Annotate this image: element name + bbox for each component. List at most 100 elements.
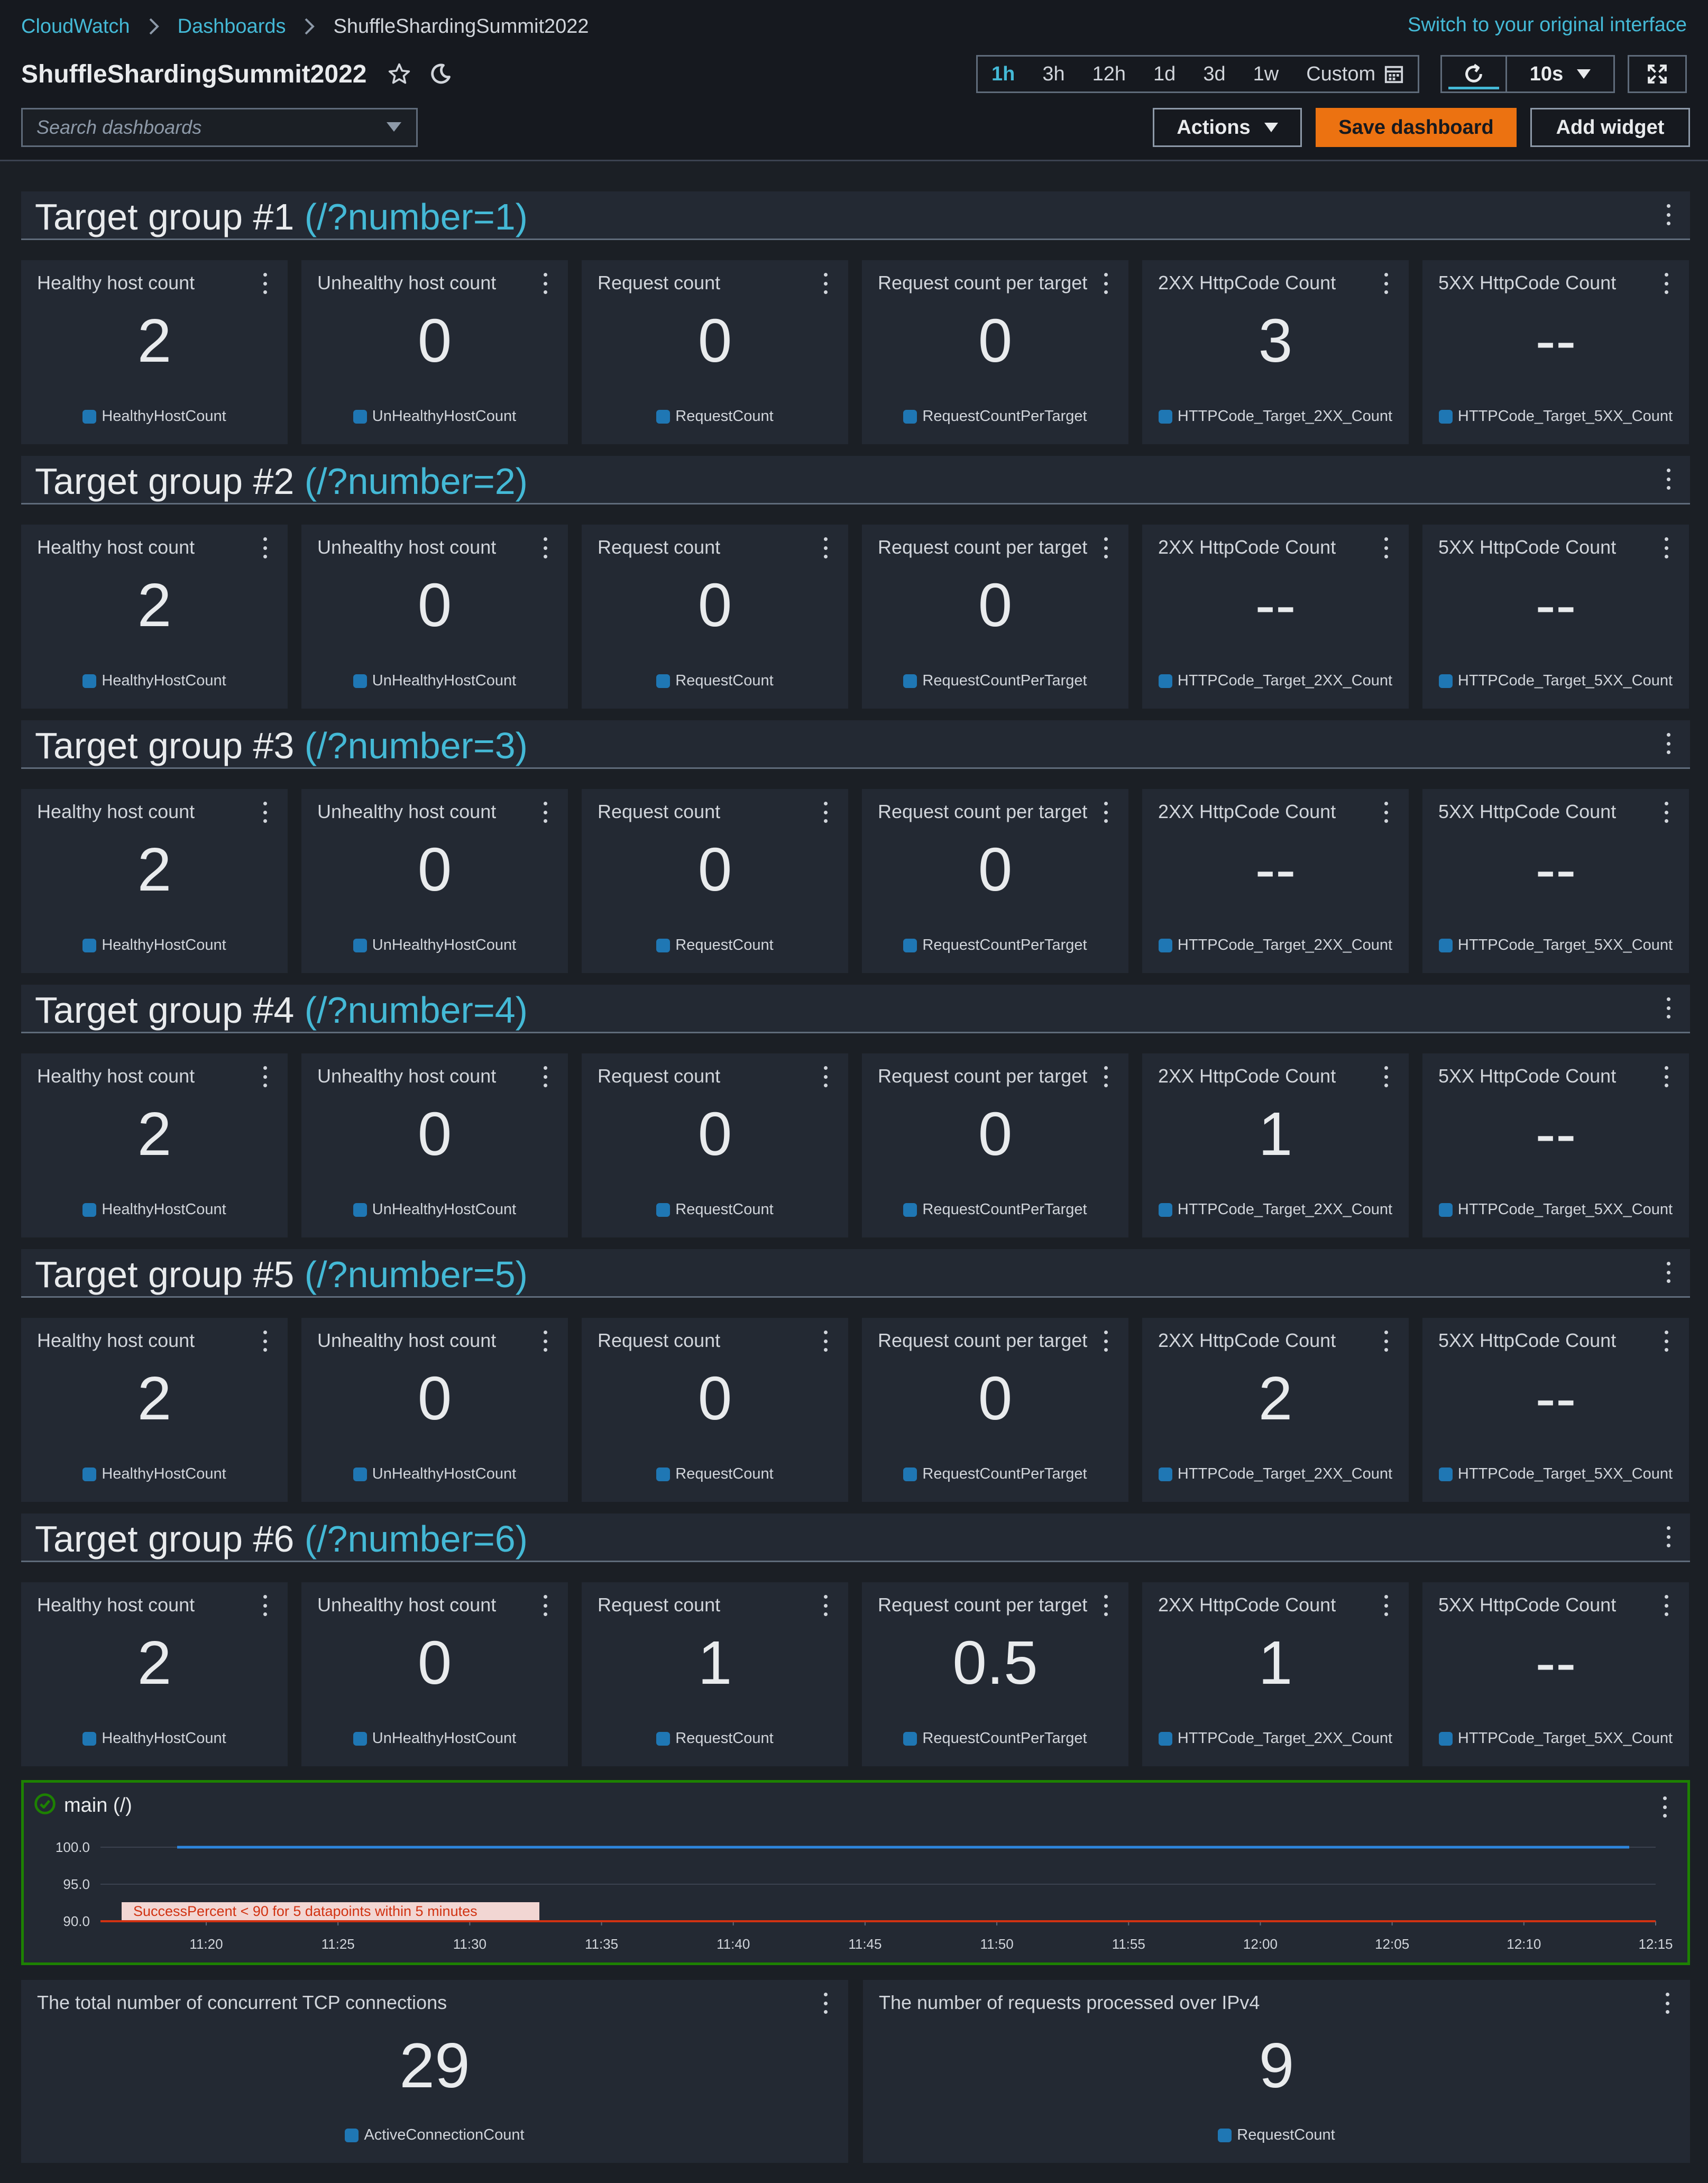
widget-menu-icon[interactable] <box>1659 1993 1675 2014</box>
widget-menu-icon[interactable] <box>818 802 833 823</box>
widget-menu-icon[interactable] <box>257 1066 273 1087</box>
widget-menu-icon[interactable] <box>1098 1595 1114 1616</box>
time-range-12h[interactable]: 12h <box>1079 57 1140 91</box>
widget-menu-icon[interactable] <box>537 802 553 823</box>
group-path-link[interactable]: (/?number=3) <box>305 725 528 766</box>
widget-menu-icon[interactable] <box>1658 1331 1674 1352</box>
switch-interface-link[interactable]: Switch to your original interface <box>1408 14 1687 36</box>
metric-widget[interactable]: Request count 0 RequestCount <box>582 789 848 973</box>
widget-menu-icon[interactable] <box>1098 273 1114 294</box>
widget-menu-icon[interactable] <box>818 1595 833 1616</box>
breadcrumb-cloudwatch[interactable]: CloudWatch <box>21 15 130 38</box>
group-menu-icon[interactable] <box>1660 997 1676 1019</box>
widget-menu-icon[interactable] <box>818 1331 833 1352</box>
metric-widget[interactable]: Healthy host count 2 HealthyHostCount <box>21 1318 288 1502</box>
refresh-interval-dropdown[interactable]: 10s <box>1507 57 1613 91</box>
widget-menu-icon[interactable] <box>818 537 833 558</box>
metric-widget[interactable]: 5XX HttpCode Count -- HTTPCode_Target_5XX_… <box>1422 1053 1689 1237</box>
group-menu-icon[interactable] <box>1660 1526 1676 1547</box>
group-menu-icon[interactable] <box>1660 469 1676 490</box>
metric-widget[interactable]: 2XX HttpCode Count -- HTTPCode_Target_2XX_… <box>1142 789 1409 973</box>
group-menu-icon[interactable] <box>1660 733 1676 754</box>
group-menu-icon[interactable] <box>1660 1262 1676 1283</box>
group-path-link[interactable]: (/?number=6) <box>305 1518 528 1560</box>
widget-menu-icon[interactable] <box>257 1331 273 1352</box>
metric-widget[interactable]: Request count 0 RequestCount <box>582 1053 848 1237</box>
time-range-custom[interactable]: Custom <box>1292 57 1418 91</box>
breadcrumb-dashboards[interactable]: Dashboards <box>178 15 286 38</box>
widget-menu-icon[interactable] <box>537 1066 553 1087</box>
metric-widget[interactable]: 5XX HttpCode Count -- HTTPCode_Target_5XX_… <box>1422 789 1689 973</box>
widget-menu-icon[interactable] <box>537 1331 553 1352</box>
metric-widget[interactable]: Unhealthy host count 0 UnHealthyHostCount <box>301 1053 568 1237</box>
metric-widget[interactable]: 2XX HttpCode Count 1 HTTPCode_Target_2XX_C… <box>1142 1053 1409 1237</box>
metric-widget[interactable]: Request count 1 RequestCount <box>582 1582 848 1766</box>
metric-widget[interactable]: 5XX HttpCode Count -- HTTPCode_Target_5XX_… <box>1422 525 1689 709</box>
main-alarm-widget[interactable]: main (/) 100.0 95.0 90.0 11:20 11:25 11:30 11:… <box>21 1780 1690 1965</box>
metric-widget[interactable]: Request count 0 RequestCount <box>582 260 848 444</box>
widget-menu-icon[interactable] <box>1378 273 1394 294</box>
group-path-link[interactable]: (/?number=4) <box>305 989 528 1031</box>
metric-widget[interactable]: Request count 0 RequestCount <box>582 1318 848 1502</box>
group-path-link[interactable]: (/?number=5) <box>305 1254 528 1295</box>
widget-menu-icon[interactable] <box>537 273 553 294</box>
fullscreen-button[interactable] <box>1628 55 1687 93</box>
add-widget-button[interactable]: Add widget <box>1530 108 1690 147</box>
time-range-3h[interactable]: 3h <box>1029 57 1078 91</box>
metric-widget[interactable]: Unhealthy host count 0 UnHealthyHostCount <box>301 1582 568 1766</box>
widget-menu-icon[interactable] <box>257 537 273 558</box>
widget-menu-icon[interactable] <box>1098 1066 1114 1087</box>
metric-widget[interactable]: 5XX HttpCode Count -- HTTPCode_Target_5XX_… <box>1422 260 1689 444</box>
metric-widget[interactable]: Unhealthy host count 0 UnHealthyHostCount <box>301 525 568 709</box>
widget-menu-icon[interactable] <box>818 1993 833 2014</box>
widget-menu-icon[interactable] <box>1658 1595 1674 1616</box>
widget-menu-icon[interactable] <box>1658 537 1674 558</box>
widget-menu-icon[interactable] <box>1378 802 1394 823</box>
widget-menu-icon[interactable] <box>1378 1331 1394 1352</box>
time-range-1w[interactable]: 1w <box>1239 57 1293 91</box>
metric-widget[interactable]: Healthy host count 2 HealthyHostCount <box>21 525 288 709</box>
widget-menu-icon[interactable] <box>1098 802 1114 823</box>
tcp-connections-widget[interactable]: The total number of concurrent TCP conne… <box>21 1980 848 2163</box>
metric-widget[interactable]: 5XX HttpCode Count -- HTTPCode_Target_5XX_… <box>1422 1582 1689 1766</box>
ipv4-requests-widget[interactable]: The number of requests processed over IP… <box>863 1980 1690 2163</box>
group-menu-icon[interactable] <box>1660 204 1676 225</box>
moon-icon[interactable] <box>428 61 453 87</box>
metric-widget[interactable]: Healthy host count 2 HealthyHostCount <box>21 1582 288 1766</box>
metric-widget[interactable]: 2XX HttpCode Count 1 HTTPCode_Target_2XX_C… <box>1142 1582 1409 1766</box>
widget-menu-icon[interactable] <box>1378 537 1394 558</box>
group-path-link[interactable]: (/?number=1) <box>305 196 528 237</box>
time-range-1d[interactable]: 1d <box>1140 57 1189 91</box>
metric-widget[interactable]: Request count per target 0 RequestCountPer… <box>862 1318 1128 1502</box>
actions-button[interactable]: Actions <box>1153 108 1302 147</box>
widget-menu-icon[interactable] <box>257 1595 273 1616</box>
metric-widget[interactable]: Healthy host count 2 HealthyHostCount <box>21 260 288 444</box>
metric-widget[interactable]: 5XX HttpCode Count -- HTTPCode_Target_5XX_… <box>1422 1318 1689 1502</box>
time-range-1h[interactable]: 1h <box>978 57 1029 91</box>
metric-widget[interactable]: Request count per target 0 RequestCountPer… <box>862 260 1128 444</box>
metric-widget[interactable]: Request count per target 0.5 RequestCountP… <box>862 1582 1128 1766</box>
metric-widget[interactable]: Request count 0 RequestCount <box>582 525 848 709</box>
widget-menu-icon[interactable] <box>818 273 833 294</box>
search-dashboards[interactable] <box>21 108 418 147</box>
metric-widget[interactable]: Unhealthy host count 0 UnHealthyHostCount <box>301 260 568 444</box>
search-input[interactable] <box>35 116 376 139</box>
metric-widget[interactable]: Unhealthy host count 0 UnHealthyHostCount <box>301 1318 568 1502</box>
widget-menu-icon[interactable] <box>1378 1595 1394 1616</box>
widget-menu-icon[interactable] <box>1098 537 1114 558</box>
widget-menu-icon[interactable] <box>257 802 273 823</box>
widget-menu-icon[interactable] <box>257 273 273 294</box>
widget-menu-icon[interactable] <box>537 1595 553 1616</box>
time-range-3d[interactable]: 3d <box>1189 57 1239 91</box>
group-path-link[interactable]: (/?number=2) <box>305 461 528 502</box>
save-dashboard-button[interactable]: Save dashboard <box>1316 108 1517 147</box>
metric-widget[interactable]: Healthy host count 2 HealthyHostCount <box>21 1053 288 1237</box>
widget-menu-icon[interactable] <box>1658 1066 1674 1087</box>
refresh-button[interactable] <box>1442 57 1507 91</box>
widget-menu-icon[interactable] <box>1658 802 1674 823</box>
metric-widget[interactable]: 2XX HttpCode Count 2 HTTPCode_Target_2XX_C… <box>1142 1318 1409 1502</box>
metric-widget[interactable]: Request count per target 0 RequestCountPer… <box>862 525 1128 709</box>
metric-widget[interactable]: Unhealthy host count 0 UnHealthyHostCount <box>301 789 568 973</box>
star-icon[interactable] <box>387 61 412 87</box>
widget-menu-icon[interactable] <box>537 537 553 558</box>
